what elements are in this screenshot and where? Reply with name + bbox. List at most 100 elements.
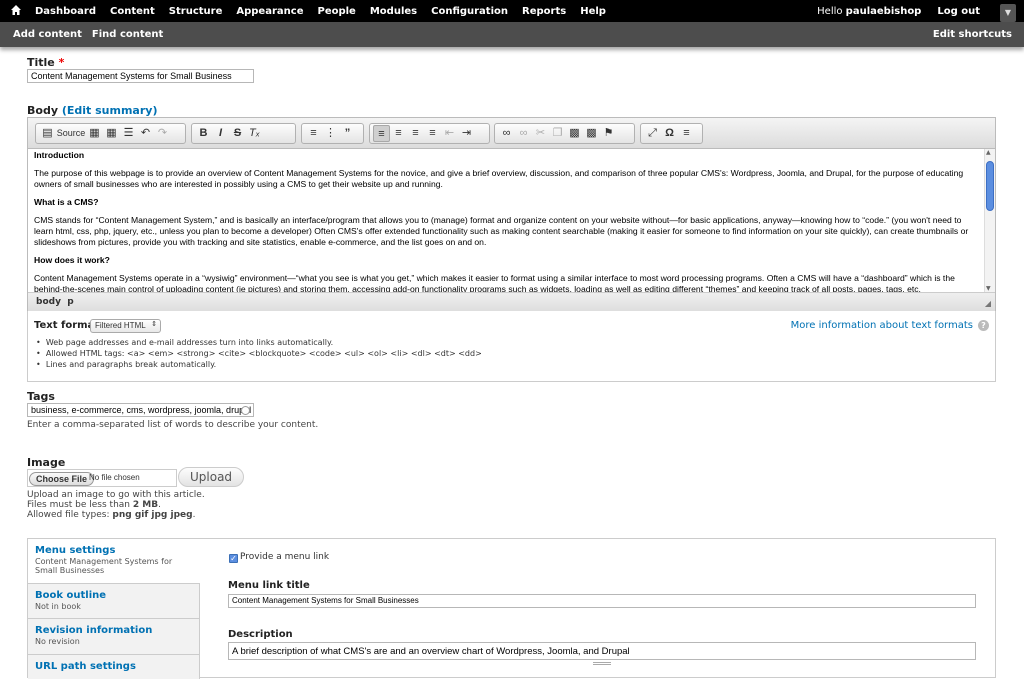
align-left-icon[interactable]: ≡ — [373, 125, 390, 142]
format-tip-text: Lines and paragraphs break automatically… — [45, 360, 217, 369]
logout-link[interactable]: Log out — [937, 6, 980, 17]
paste-icon[interactable]: ▩ — [566, 125, 583, 142]
toolbar-group-basic: B I S Tₓ — [191, 123, 296, 144]
menu-item-content[interactable]: Content — [110, 6, 155, 17]
tags-label: Tags — [27, 390, 55, 403]
edit-shortcuts-link[interactable]: Edit shortcuts — [933, 29, 1012, 40]
menu-item-configuration[interactable]: Configuration — [431, 6, 508, 17]
menu-item-dashboard[interactable]: Dashboard — [35, 6, 96, 17]
menu-link-title-label: Menu link title — [228, 580, 310, 591]
resize-handle-icon[interactable]: ◢ — [985, 299, 991, 308]
copy-icon[interactable]: ❐ — [549, 125, 566, 142]
menu-link-title-input[interactable]: Content Management Systems for Small Bus… — [228, 594, 976, 608]
align-right-icon[interactable]: ≡ — [407, 125, 424, 142]
toolbar-group-tools: ⤢ Ω ≡ — [640, 123, 703, 144]
menu-item-structure[interactable]: Structure — [169, 6, 223, 17]
format-tip: • Lines and paragraphs break automatical… — [36, 360, 217, 369]
editor-content-area[interactable]: Introduction The purpose of this webpage… — [28, 149, 984, 292]
editor-scrollbar[interactable]: ▲ ▼ — [984, 149, 995, 292]
tab-summary: Content Management Systems for Small Bus… — [35, 557, 173, 575]
select-arrows-icon: ⇕ — [151, 321, 157, 328]
numbered-list-icon[interactable]: ≡ — [305, 125, 322, 142]
menu-item-modules[interactable]: Modules — [370, 6, 417, 17]
user-greeting: Hello paulaebishop — [817, 6, 921, 17]
content-heading-how-it-works: How does it work? — [34, 255, 110, 265]
italic-icon[interactable]: I — [212, 125, 229, 142]
element-path[interactable]: body p — [36, 297, 74, 307]
undo-icon[interactable]: ↶ — [137, 125, 154, 142]
redo-icon[interactable]: ↷ — [154, 125, 171, 142]
indent-icon[interactable]: ⇥ — [458, 125, 475, 142]
tab-title: Menu settings — [35, 545, 116, 556]
cut-icon[interactable]: ✂ — [532, 125, 549, 142]
description-textarea[interactable]: A brief description of what CMS's are an… — [228, 642, 976, 660]
choose-file-button[interactable]: Choose File — [29, 472, 95, 486]
maximize-icon[interactable]: ⤢ — [644, 125, 661, 142]
tab-summary: No revision — [35, 637, 80, 646]
content-heading-introduction: Introduction — [34, 150, 85, 160]
vertical-tabs-list: Menu settings Content Management Systems… — [28, 539, 200, 679]
anchor-flag-icon[interactable]: ⚑ — [600, 125, 617, 142]
scroll-up-icon[interactable]: ▲ — [986, 149, 991, 156]
content-paragraph: CMS stands for “Content Management Syste… — [34, 215, 969, 247]
tab-menu-settings[interactable]: Menu settings Content Management Systems… — [28, 539, 200, 584]
table-icon[interactable]: ▦ — [103, 125, 120, 142]
element-path-bar: body p ◢ — [28, 292, 995, 311]
textarea-grippie[interactable] — [593, 662, 611, 665]
scrollbar-thumb[interactable] — [986, 161, 994, 211]
chevron-down-icon[interactable]: ▼ — [1000, 4, 1016, 22]
username-link[interactable]: paulaebishop — [846, 6, 922, 17]
content-heading-what-is-cms: What is a CMS? — [34, 197, 99, 207]
horizontal-list-icon[interactable]: ☰ — [120, 125, 137, 142]
horizontal-rule-icon[interactable]: ≡ — [678, 125, 695, 142]
text-format-select[interactable]: Filtered HTML ⇕ — [90, 319, 161, 333]
home-icon[interactable] — [10, 4, 22, 16]
strike-icon[interactable]: S — [229, 125, 246, 142]
shortcut-add-content[interactable]: Add content — [13, 29, 82, 40]
menu-item-people[interactable]: People — [317, 6, 355, 17]
remove-format-icon[interactable]: Tₓ — [246, 125, 263, 142]
bold-icon[interactable]: B — [195, 125, 212, 142]
blockquote-icon[interactable]: ” — [339, 125, 356, 142]
menu-item-reports[interactable]: Reports — [522, 6, 566, 17]
help-icon[interactable]: ? — [978, 320, 989, 331]
special-char-icon[interactable]: Ω — [661, 125, 678, 142]
unlink-icon[interactable]: ∞ — [515, 125, 532, 142]
image-icon[interactable]: ▦ — [86, 125, 103, 142]
tags-description: Enter a comma-separated list of words to… — [27, 420, 319, 430]
tab-url-path-settings[interactable]: URL path settings — [28, 655, 199, 679]
align-center-icon[interactable]: ≡ — [390, 125, 407, 142]
tab-book-outline[interactable]: Book outline Not in book — [28, 584, 199, 619]
menu-item-help[interactable]: Help — [580, 6, 606, 17]
source-button[interactable]: Source — [56, 125, 86, 142]
toolbar-group-align: ≡ ≡ ≡ ≡ ⇤ ⇥ — [369, 123, 490, 144]
upload-button[interactable]: Upload — [178, 467, 245, 487]
outdent-icon[interactable]: ⇤ — [441, 125, 458, 142]
body-label: Body (Edit summary) — [27, 104, 157, 117]
justify-icon[interactable]: ≡ — [424, 125, 441, 142]
more-info-text-formats-link[interactable]: More information about text formats — [791, 320, 973, 331]
image-label: Image — [27, 456, 66, 469]
link-icon[interactable]: ∞ — [498, 125, 515, 142]
toolbar-group-lists: ≡ ⋮ ” — [301, 123, 364, 144]
menu-item-appearance[interactable]: Appearance — [236, 6, 303, 17]
source-icon[interactable]: ▤ — [39, 125, 56, 142]
size-value: 2 MB — [132, 500, 159, 510]
image-allowed-types: Allowed file types: png gif jpg jpeg. — [27, 510, 195, 520]
bulleted-list-icon[interactable]: ⋮ — [322, 125, 339, 142]
shortcuts-bar: Add content Find content Edit shortcuts — [0, 22, 1024, 47]
file-input[interactable]: Choose File No file chosen — [27, 469, 177, 487]
tags-input[interactable]: business, e-commerce, cms, wordpress, jo… — [27, 403, 254, 417]
size-prefix: Files must be less than — [27, 500, 133, 510]
tab-revision-information[interactable]: Revision information No revision — [28, 619, 199, 655]
edit-summary-link[interactable]: (Edit summary) — [62, 104, 158, 117]
title-label: Title * — [27, 56, 64, 69]
toolbar-group-document: ▤ Source ▦ ▦ ☰ ↶ ↷ — [35, 123, 186, 144]
title-input[interactable]: Content Management Systems for Small Bus… — [27, 69, 254, 83]
paste-text-icon[interactable]: ▩ — [583, 125, 600, 142]
tab-summary: Not in book — [35, 602, 81, 611]
provide-menu-link-checkbox[interactable]: ✓ — [229, 554, 238, 563]
shortcut-find-content[interactable]: Find content — [92, 29, 163, 40]
tab-title: Revision information — [35, 625, 153, 636]
scroll-down-icon[interactable]: ▼ — [986, 285, 991, 292]
